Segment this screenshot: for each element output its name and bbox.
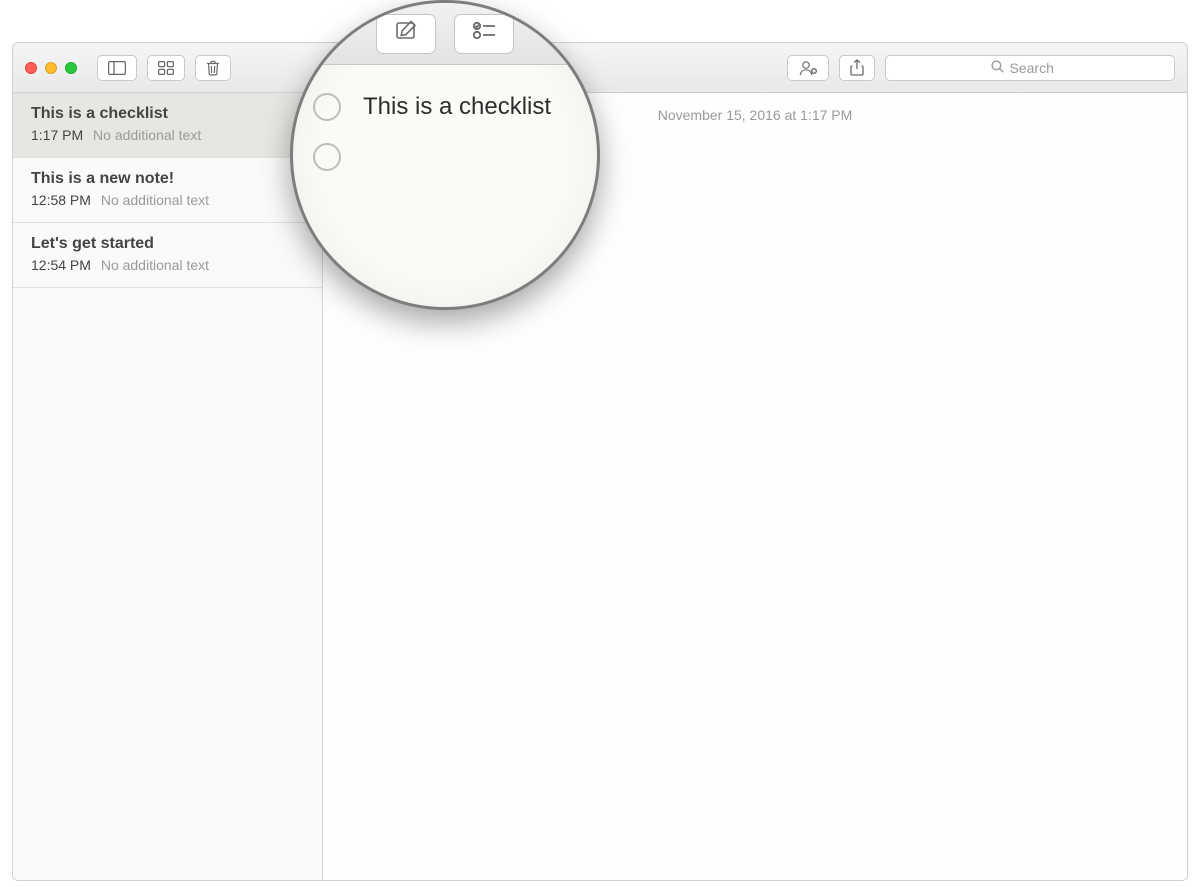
new-note-button[interactable] (376, 14, 436, 54)
sidebar-icon (108, 61, 126, 75)
close-window-button[interactable] (25, 62, 37, 74)
search-input[interactable] (1010, 60, 1070, 76)
notes-list-sidebar: This is a checklist 1:17 PM No additiona… (13, 93, 323, 880)
note-date-label: November 15, 2016 at 1:17 PM (658, 107, 853, 123)
checkbox-empty-icon[interactable] (313, 143, 341, 171)
person-add-icon (798, 60, 818, 76)
note-time: 12:54 PM (31, 257, 91, 273)
new-note-icon (394, 20, 418, 47)
note-title: This is a new note! (31, 170, 304, 188)
search-icon (991, 60, 1004, 76)
note-meta: 12:54 PM No additional text (31, 257, 304, 273)
share-button[interactable] (839, 55, 875, 81)
note-meta: 1:17 PM No additional text (31, 127, 304, 143)
checklist-row-1[interactable]: This is a checklist (313, 93, 551, 121)
list-item[interactable]: This is a new note! 12:58 PM No addition… (13, 158, 322, 223)
magnified-toolbar-slice (293, 3, 597, 65)
grid-icon (158, 61, 174, 75)
list-item[interactable]: Let's get started 12:54 PM No additional… (13, 223, 322, 288)
notes-window: This is a checklist 1:17 PM No additiona… (12, 42, 1188, 881)
checklist-icon (472, 21, 496, 46)
note-title: This is a checklist (31, 105, 304, 123)
checkbox-empty-icon[interactable] (313, 93, 341, 121)
checklist-row-2[interactable] (313, 143, 341, 171)
note-snippet: No additional text (101, 257, 209, 273)
add-people-button[interactable] (787, 55, 829, 81)
note-snippet: No additional text (101, 192, 209, 208)
magnifier-overlay: This is a checklist (290, 0, 600, 310)
window-body: This is a checklist 1:17 PM No additiona… (13, 93, 1187, 880)
toolbar (13, 43, 1187, 93)
zoom-window-button[interactable] (65, 62, 77, 74)
window-controls (25, 62, 77, 74)
toggle-sidebar-button[interactable] (97, 55, 137, 81)
delete-note-button[interactable] (195, 55, 231, 81)
search-field-wrap[interactable] (885, 55, 1175, 81)
note-time: 1:17 PM (31, 127, 83, 143)
view-mode-button[interactable] (147, 55, 185, 81)
note-snippet: No additional text (93, 127, 201, 143)
list-item[interactable]: This is a checklist 1:17 PM No additiona… (13, 93, 322, 158)
minimize-window-button[interactable] (45, 62, 57, 74)
note-title: Let's get started (31, 235, 304, 253)
share-icon (850, 59, 864, 76)
trash-icon (206, 60, 220, 76)
note-meta: 12:58 PM No additional text (31, 192, 304, 208)
note-time: 12:58 PM (31, 192, 91, 208)
checklist-button[interactable] (454, 14, 514, 54)
checklist-text: This is a checklist (363, 93, 551, 121)
